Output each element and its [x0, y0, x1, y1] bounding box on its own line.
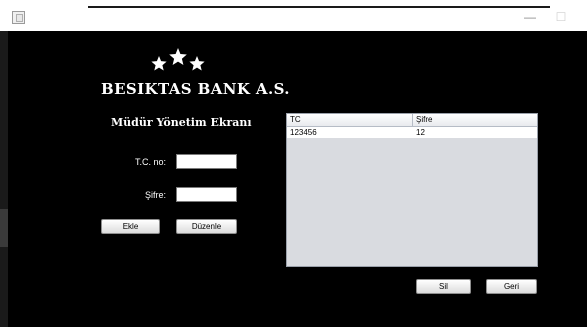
- column-header-tc[interactable]: TC: [287, 114, 413, 126]
- app-window-icon[interactable]: [12, 11, 25, 24]
- left-edge-mark: [0, 209, 8, 247]
- tc-label: T.C. no:: [134, 157, 166, 167]
- star-icon: [151, 56, 167, 71]
- star-icon: [169, 48, 187, 65]
- records-table[interactable]: TC Şifre 123456 12: [286, 113, 538, 267]
- table-header: TC Şifre: [287, 114, 537, 127]
- delete-button[interactable]: Sil: [416, 279, 471, 294]
- three-stars-logo: [151, 48, 205, 71]
- app-window: — ☐ BESIKTAS BANK A.S. Müdür Yönetim Ekr…: [0, 0, 587, 327]
- table-row[interactable]: 123456 12: [287, 127, 537, 138]
- sifre-input[interactable]: [176, 187, 237, 202]
- bank-name: BESIKTAS BANK A.S.: [101, 80, 290, 98]
- app-window-icon-inner: [16, 14, 23, 22]
- back-button[interactable]: Geri: [486, 279, 537, 294]
- maximize-button[interactable]: ☐: [553, 9, 569, 25]
- screen-title: Müdür Yönetim Ekranı: [111, 116, 252, 129]
- table-cell-sifre[interactable]: 12: [413, 127, 537, 138]
- star-icon: [189, 56, 205, 71]
- add-button[interactable]: Ekle: [101, 219, 160, 234]
- title-bar-edge: [88, 6, 550, 8]
- title-bar[interactable]: — ☐: [0, 0, 587, 31]
- tc-input[interactable]: [176, 154, 237, 169]
- sifre-label: Şifre:: [144, 190, 166, 200]
- table-cell-tc[interactable]: 123456: [287, 127, 413, 138]
- column-header-sifre[interactable]: Şifre: [413, 114, 537, 126]
- left-edge-strip: [0, 31, 8, 327]
- edit-button[interactable]: Düzenle: [176, 219, 237, 234]
- minimize-button[interactable]: —: [522, 9, 538, 25]
